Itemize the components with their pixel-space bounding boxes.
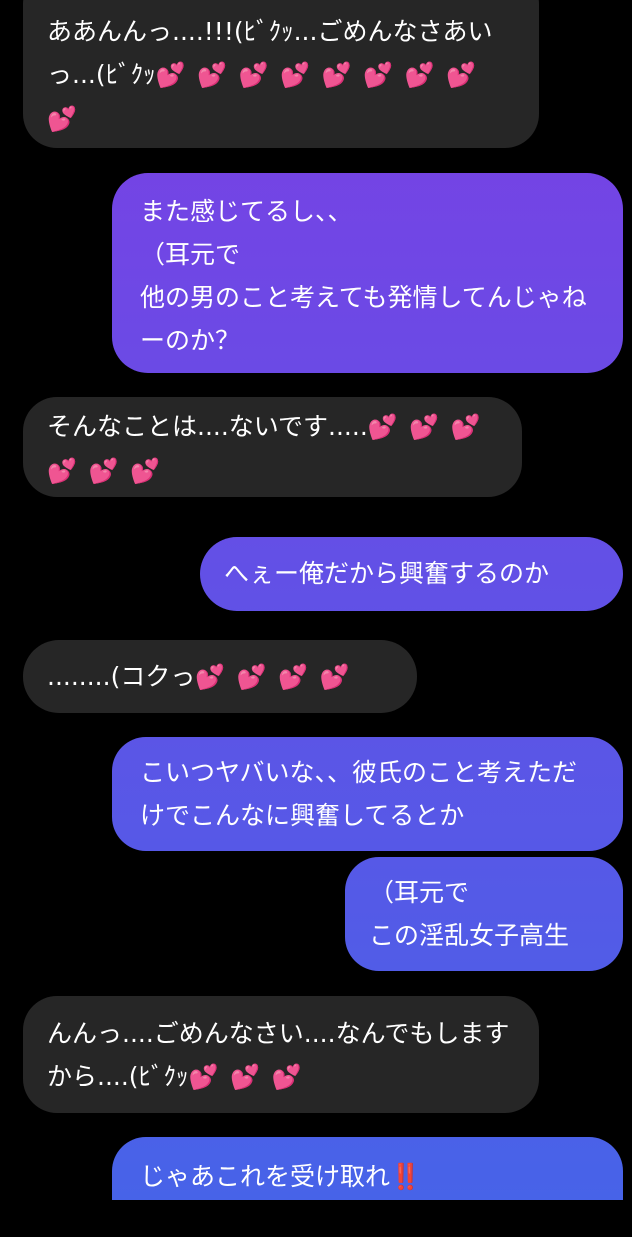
message-text: （耳元で この淫乱女子高生	[369, 878, 570, 950]
sent-message-bubble[interactable]: （耳元で この淫乱女子高生	[345, 857, 623, 971]
message-text: へぇー俺だから興奮するのか	[224, 559, 550, 588]
sent-message-bubble[interactable]: こいつヤバいな、、彼氏のこと考えただけでこんなに興奮してるとか	[112, 737, 623, 851]
message-text: こいつヤバいな、、彼氏のこと考えただけでこんなに興奮してるとか	[140, 758, 578, 830]
received-message-bubble[interactable]: ああんんっ....!!!(ﾋﾞｸｯ...ごめんなさあいっ...(ﾋﾞｸｯ💕 💕 …	[23, 0, 539, 148]
two-hearts-emoji: 💕 💕 💕	[188, 1063, 304, 1091]
received-message-bubble[interactable]: そんなことは....ないです.....💕 💕 💕 💕 💕 💕	[23, 397, 522, 497]
sent-message-bubble[interactable]: へぇー俺だから興奮するのか	[200, 537, 623, 611]
sent-message-bubble[interactable]: じゃあこれを受け取れ‼️	[112, 1137, 623, 1237]
double-exclamation-emoji: ‼️	[390, 1162, 422, 1191]
message-text: ........(コクっ	[47, 662, 196, 691]
message-text: また感じてるし、、 （耳元で 他の男のこと考えても発情してんじゃねーのか？	[140, 197, 587, 355]
message-text: そんなことは....ないです.....	[47, 412, 368, 441]
received-message-bubble[interactable]: んんっ....ごめんなさい....なんでもしますから....(ﾋﾞｸｯ💕 💕 💕	[23, 996, 539, 1113]
received-message-bubble[interactable]: ........(コクっ💕 💕 💕 💕	[23, 640, 417, 713]
two-hearts-emoji: 💕 💕 💕 💕	[195, 663, 352, 691]
message-text: じゃあこれを受け取れ	[140, 1162, 391, 1191]
sent-message-bubble[interactable]: また感じてるし、、 （耳元で 他の男のこと考えても発情してんじゃねーのか？	[112, 173, 623, 373]
